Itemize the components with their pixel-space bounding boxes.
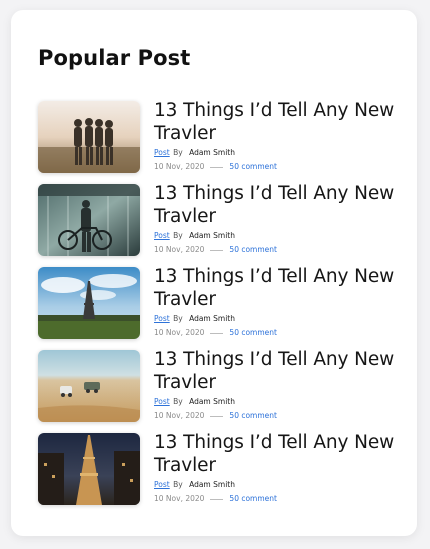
desert-vehicles-image [38, 350, 140, 422]
author-name[interactable]: Adam Smith [189, 480, 235, 489]
post-title-link[interactable]: 13 Things I’d Tell Any New Travler [154, 348, 408, 394]
by-label: By [173, 397, 183, 406]
comments-link[interactable]: 50 comment [229, 494, 277, 504]
category-link[interactable]: Post [154, 231, 170, 240]
category-link[interactable]: Post [154, 314, 170, 323]
author-name[interactable]: Adam Smith [189, 397, 235, 406]
post-item: 13 Things I’d Tell Any New Travler Post … [38, 182, 408, 256]
post-title-link[interactable]: 13 Things I’d Tell Any New Travler [154, 431, 408, 477]
post-meta: Post By Adam Smith [154, 480, 408, 490]
post-item: 13 Things I’d Tell Any New Travler Post … [38, 99, 408, 173]
post-thumbnail-man-bicycle[interactable] [38, 184, 140, 256]
post-date-comments: 10 Nov, 2020 50 comment [154, 494, 408, 504]
comments-link[interactable]: 50 comment [229, 411, 277, 421]
comments-link[interactable]: 50 comment [229, 162, 277, 172]
post-meta: Post By Adam Smith [154, 314, 408, 324]
post-title-link[interactable]: 13 Things I’d Tell Any New Travler [154, 265, 408, 311]
post-thumbnail-eiffel-park[interactable] [38, 267, 140, 339]
post-date-comments: 10 Nov, 2020 50 comment [154, 162, 408, 172]
post-meta: Post By Adam Smith [154, 397, 408, 407]
post-body: 13 Things I’d Tell Any New Travler Post … [154, 182, 408, 255]
post-meta: Post By Adam Smith [154, 148, 408, 158]
category-link[interactable]: Post [154, 480, 170, 489]
by-label: By [173, 148, 183, 157]
post-body: 13 Things I’d Tell Any New Travler Post … [154, 265, 408, 338]
post-title-link[interactable]: 13 Things I’d Tell Any New Travler [154, 182, 408, 228]
post-date-comments: 10 Nov, 2020 50 comment [154, 411, 408, 421]
author-name[interactable]: Adam Smith [189, 148, 235, 157]
post-thumbnail-desert-vehicles[interactable] [38, 350, 140, 422]
category-link[interactable]: Post [154, 148, 170, 157]
category-link[interactable]: Post [154, 397, 170, 406]
post-list: 13 Things I’d Tell Any New Travler Post … [38, 99, 408, 516]
by-label: By [173, 231, 183, 240]
eiffel-tower-night-image [38, 433, 140, 505]
post-date-comments: 10 Nov, 2020 50 comment [154, 245, 408, 255]
separator-dash [210, 249, 224, 251]
post-date: 10 Nov, 2020 [154, 245, 205, 254]
separator-dash [210, 166, 224, 168]
widget-title: Popular Post [38, 46, 191, 70]
eiffel-tower-park-image [38, 267, 140, 339]
post-date: 10 Nov, 2020 [154, 494, 205, 503]
popular-post-widget: Popular Post 13 Things I’d Tell Any New … [11, 10, 417, 536]
by-label: By [173, 314, 183, 323]
post-item: 13 Things I’d Tell Any New Travler Post … [38, 265, 408, 339]
post-body: 13 Things I’d Tell Any New Travler Post … [154, 99, 408, 172]
post-body: 13 Things I’d Tell Any New Travler Post … [154, 431, 408, 504]
post-date: 10 Nov, 2020 [154, 328, 205, 337]
separator-dash [210, 415, 224, 417]
by-label: By [173, 480, 183, 489]
separator-dash [210, 498, 224, 500]
post-item: 13 Things I’d Tell Any New Travler Post … [38, 348, 408, 422]
post-meta: Post By Adam Smith [154, 231, 408, 241]
separator-dash [210, 332, 224, 334]
post-thumbnail-eiffel-night[interactable] [38, 433, 140, 505]
post-title-link[interactable]: 13 Things I’d Tell Any New Travler [154, 99, 408, 145]
post-item: 13 Things I’d Tell Any New Travler Post … [38, 431, 408, 505]
author-name[interactable]: Adam Smith [189, 231, 235, 240]
comments-link[interactable]: 50 comment [229, 328, 277, 338]
post-thumbnail-friends-hugging[interactable] [38, 101, 140, 173]
comments-link[interactable]: 50 comment [229, 245, 277, 255]
post-date: 10 Nov, 2020 [154, 162, 205, 171]
man-with-bicycle-image [38, 184, 140, 256]
post-date-comments: 10 Nov, 2020 50 comment [154, 328, 408, 338]
post-body: 13 Things I’d Tell Any New Travler Post … [154, 348, 408, 421]
author-name[interactable]: Adam Smith [189, 314, 235, 323]
post-date: 10 Nov, 2020 [154, 411, 205, 420]
friends-hugging-image [38, 101, 140, 173]
